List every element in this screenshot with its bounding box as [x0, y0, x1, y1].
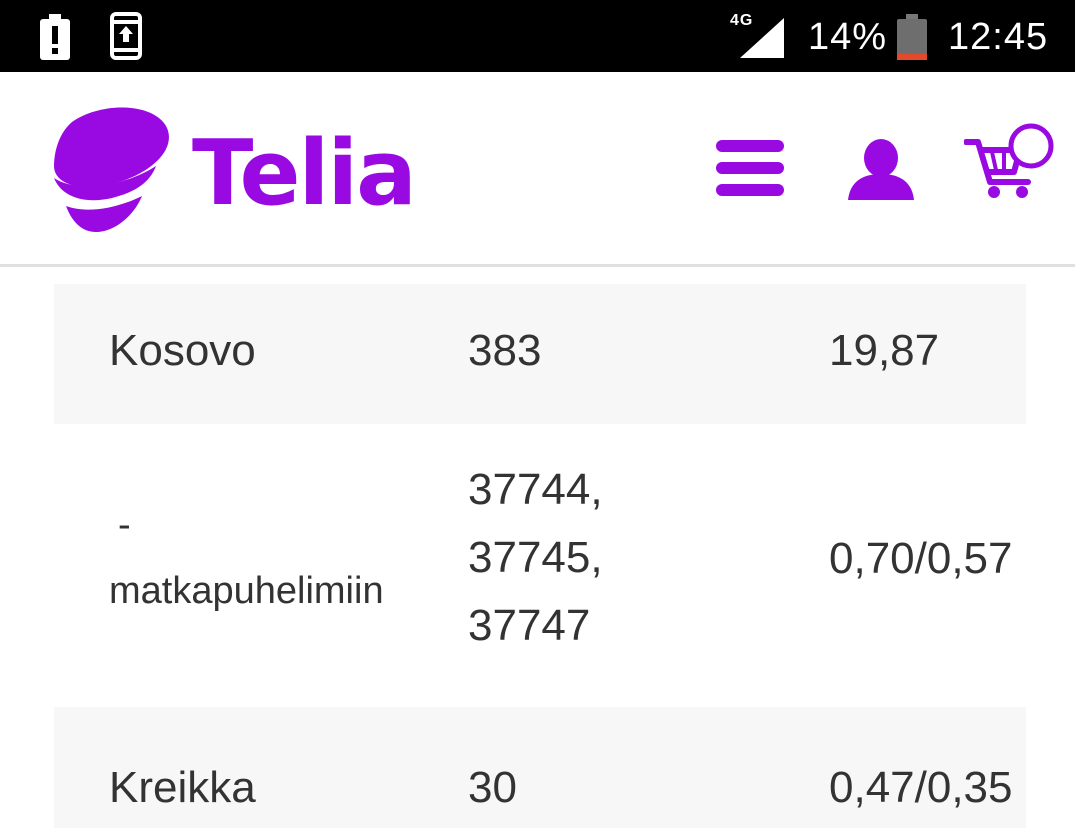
clock: 12:45: [948, 16, 1049, 58]
country-code: 30: [468, 763, 517, 812]
country-name-dash: -: [118, 504, 131, 546]
user-icon[interactable]: [848, 138, 914, 200]
cart-icon[interactable]: [964, 122, 1056, 202]
battery-percent: 14%: [808, 16, 888, 58]
telia-logo-text: Telia: [192, 121, 417, 226]
price: 0,70/0,57: [829, 534, 1013, 583]
signal-icon: [740, 18, 784, 58]
battery-alert-icon: [40, 14, 70, 60]
status-bar: 4G 14% 12:45: [0, 0, 1075, 72]
battery-icon: [897, 14, 927, 60]
table-row: Kosovo 383 19,87: [54, 284, 1026, 424]
country-code-line: 37745,: [468, 533, 603, 582]
upload-icon: [110, 12, 142, 60]
price: 19,87: [829, 326, 940, 375]
telia-logo-icon[interactable]: [52, 104, 174, 232]
country-code-line: 37744,: [468, 465, 603, 514]
table-row: - matkapuhelimiin 37744, 37745, 37747 0,…: [54, 424, 1026, 707]
country-name: matkapuhelimiin: [109, 570, 384, 612]
country-code-line: 37747: [468, 601, 591, 650]
country-name: Kosovo: [109, 326, 256, 375]
country-name: Kreikka: [109, 763, 256, 812]
table-row: Kreikka 30 0,47/0,35: [54, 707, 1026, 828]
roaming-price-table: Kosovo 383 19,87 - matkapuhelimiin 37744…: [0, 267, 1075, 828]
menu-icon[interactable]: [716, 140, 784, 196]
price: 0,47/0,35: [829, 763, 1013, 812]
site-header: Telia: [0, 72, 1075, 267]
country-code: 383: [468, 326, 542, 375]
